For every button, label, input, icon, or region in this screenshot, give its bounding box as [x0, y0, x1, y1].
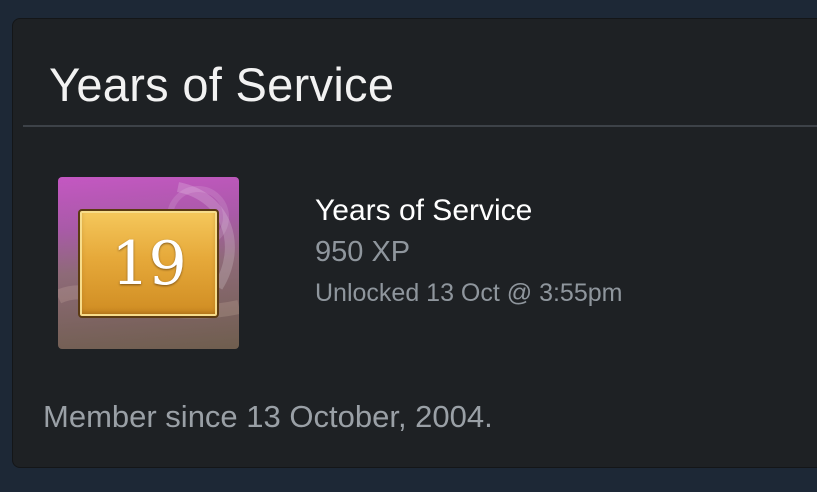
card-title: Years of Service	[49, 58, 395, 111]
achievement-xp: 950 XP	[315, 236, 411, 268]
years-of-service-card: Years of Service 19 Years of Service 950…	[12, 18, 817, 468]
achievement-unlocked-date: Unlocked 13 Oct @ 3:55pm	[315, 279, 623, 307]
member-since-text: Member since 13 October, 2004.	[43, 399, 493, 434]
title-divider	[23, 125, 817, 127]
achievement-info: Years of Service 950 XP Unlocked 13 Oct …	[315, 191, 622, 313]
badge-plate: 19	[78, 209, 219, 318]
badge-number: 19	[111, 228, 186, 299]
page-header-strip	[0, 0, 817, 18]
years-of-service-badge-icon[interactable]: 19	[58, 177, 239, 349]
achievement-name: Years of Service	[315, 194, 533, 227]
